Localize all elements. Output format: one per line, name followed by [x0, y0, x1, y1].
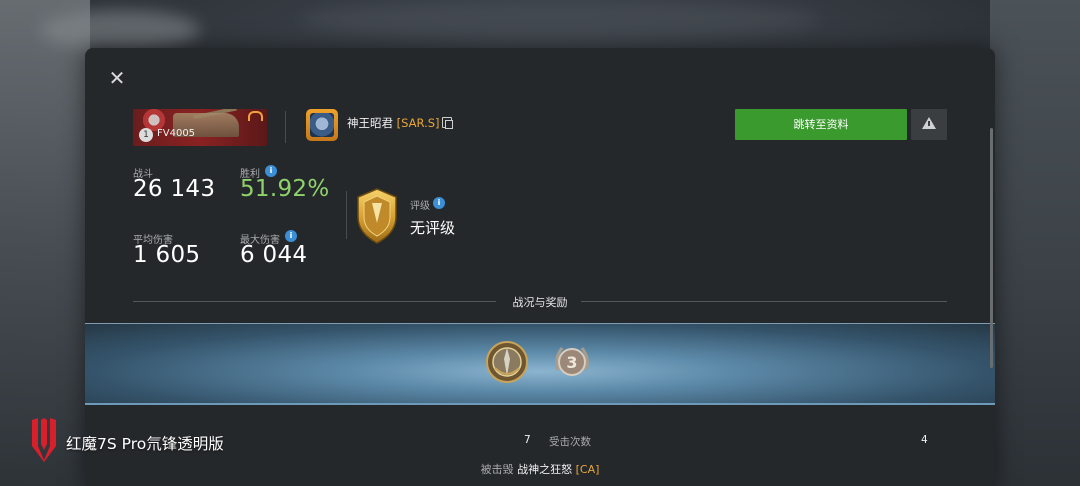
max-damage-value: 6 044: [240, 242, 308, 268]
device-watermark: 红魔7S Pro氘锋透明版: [28, 416, 308, 464]
player-clan-tag: [SAR.S]: [396, 116, 440, 130]
killed-by-label: 被击毁: [480, 463, 514, 476]
rating-info-icon[interactable]: i: [433, 197, 445, 209]
header-divider: [285, 111, 286, 143]
rating-divider: [346, 191, 347, 239]
avg-damage-value: 1 605: [133, 242, 201, 268]
player-name-line: 神王昭君 [SAR.S]: [347, 115, 440, 131]
section-line-right: [581, 301, 947, 302]
hits-received-value: 4: [921, 434, 928, 446]
close-button[interactable]: ✕: [107, 68, 127, 88]
watermark-text: 红魔7S Pro氘锋透明版: [66, 435, 224, 453]
battles-value: 26 143: [133, 176, 216, 202]
tank-name: FV4005: [157, 128, 196, 139]
medal-class-number: 3: [566, 353, 577, 372]
background-right: [990, 0, 1080, 486]
third-class-medal-icon[interactable]: 3: [550, 340, 594, 384]
background-left: [0, 0, 90, 486]
hits-received-label: 受击次数: [549, 436, 591, 448]
awards-band: 3: [85, 323, 995, 405]
player-name: 神王昭君: [347, 116, 393, 130]
report-button[interactable]: [911, 109, 947, 140]
section-title: 战况与奖励: [512, 296, 568, 309]
tank-card: 1 FV4005: [133, 109, 267, 146]
clan-emblem-icon: [306, 109, 338, 141]
scrollbar[interactable]: [990, 128, 993, 368]
premium-icon: [248, 111, 263, 121]
killer-clan-tag: [CA]: [575, 463, 600, 476]
winrate-value: 51.92%: [240, 176, 330, 202]
tank-tier-badge: 1: [139, 128, 153, 142]
battle-left-value: 7: [524, 434, 531, 446]
go-to-profile-button[interactable]: 跳转至资料: [735, 109, 907, 140]
rating-value: 无评级: [410, 219, 456, 237]
max-damage-info-icon[interactable]: i: [285, 230, 297, 242]
killer-name: 战神之狂怒: [517, 463, 573, 476]
rating-label: 评级: [410, 201, 430, 212]
rating-emblem-icon: [357, 188, 397, 244]
background-blob: [40, 10, 200, 50]
copy-icon[interactable]: [442, 117, 453, 129]
background-blob: [300, 0, 820, 40]
redmagic-logo-icon: [32, 418, 56, 462]
ace-medal-icon[interactable]: [485, 340, 529, 384]
